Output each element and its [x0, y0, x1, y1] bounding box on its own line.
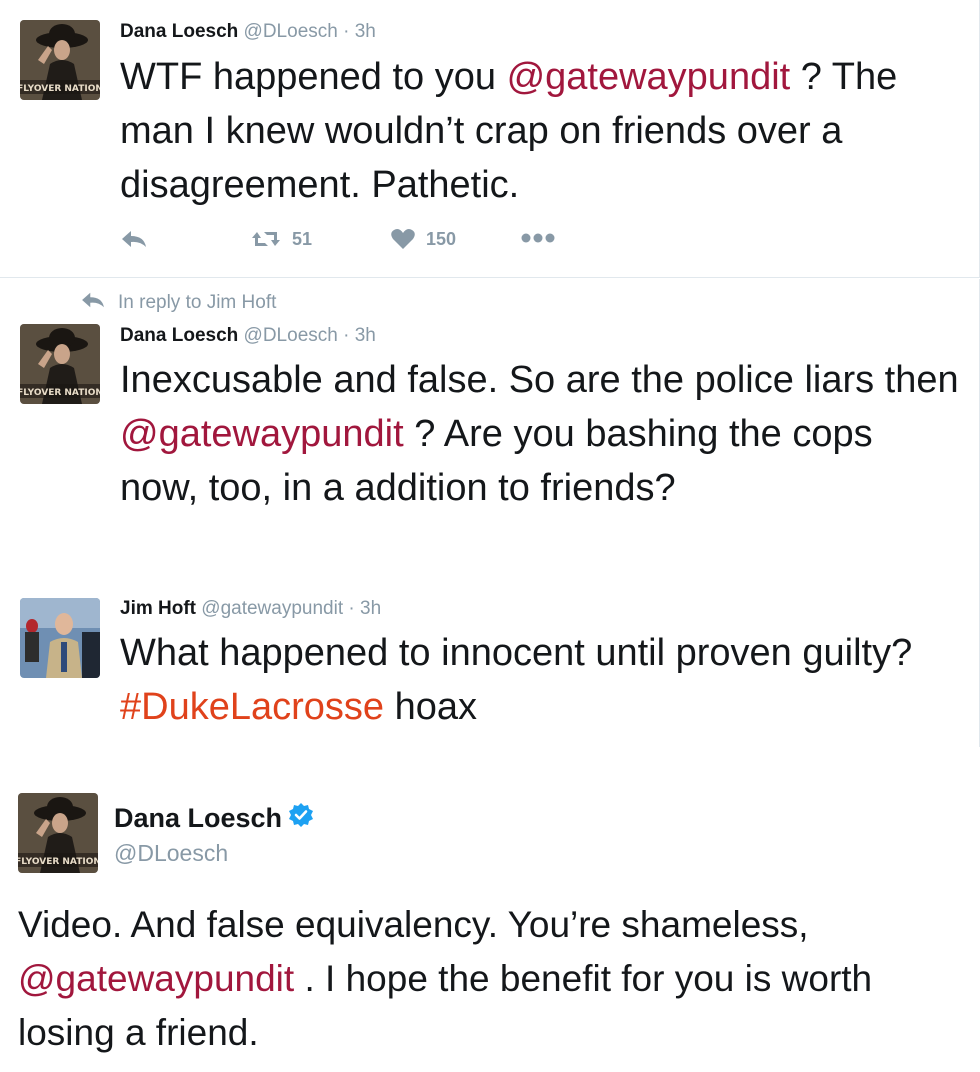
- tweet-text: WTF happened to you @gatewaypundit ? The…: [120, 50, 960, 212]
- tweet-text: Video. And false equivalency. You’re sha…: [18, 898, 958, 1060]
- tweet-header: Dana Loesch @DLoesch · 3h: [120, 21, 376, 43]
- reply-icon: [80, 290, 118, 316]
- tweet-text: What happened to innocent until proven g…: [120, 626, 960, 734]
- more-button[interactable]: [520, 232, 556, 244]
- separator: ·: [343, 21, 350, 42]
- text-part: Inexcusable and false. So are the police…: [120, 359, 959, 401]
- avatar[interactable]: FLYOVER NATION: [20, 324, 100, 404]
- author-handle[interactable]: @DLoesch: [244, 325, 338, 346]
- mention-link[interactable]: @gatewaypundit: [120, 413, 404, 455]
- heart-icon: [390, 228, 416, 250]
- tweet-card-1: FLYOVER NATION Dana Loesch @DLoesch · 3h…: [0, 0, 980, 278]
- avatar-label: FLYOVER NATION: [20, 84, 100, 94]
- text-part: What happened to innocent until proven g…: [120, 632, 913, 674]
- retweet-count: 51: [292, 228, 313, 249]
- avatar[interactable]: FLYOVER NATION: [20, 20, 100, 100]
- author-name[interactable]: Dana Loesch: [120, 21, 238, 42]
- separator: ·: [343, 325, 350, 346]
- text-part: WTF happened to you: [120, 56, 507, 98]
- author-handle[interactable]: @gatewaypundit: [201, 598, 343, 619]
- retweet-button[interactable]: 51: [250, 228, 312, 250]
- reply-icon: [120, 228, 148, 250]
- timestamp[interactable]: 3h: [355, 21, 376, 42]
- text-part: Video. And false equivalency. You’re sha…: [18, 904, 809, 945]
- like-count: 150: [426, 228, 457, 249]
- text-part: hoax: [384, 686, 478, 728]
- author-name[interactable]: Dana Loesch: [120, 325, 238, 346]
- author-handle[interactable]: @DLoesch: [244, 21, 338, 42]
- reply-context[interactable]: In reply to Jim Hoft: [80, 290, 276, 316]
- mention-link[interactable]: @gatewaypundit: [18, 958, 294, 999]
- more-icon: [520, 232, 556, 244]
- avatar-label: FLYOVER NATION: [18, 857, 98, 867]
- author-name[interactable]: Jim Hoft: [120, 598, 196, 619]
- separator: ·: [348, 598, 355, 619]
- tweet-header: Dana Loesch @DLoesch · 3h: [120, 325, 376, 347]
- tweet-header: Jim Hoft @gatewaypundit · 3h: [120, 598, 381, 620]
- author-name[interactable]: Dana Loesch: [114, 803, 282, 834]
- timestamp[interactable]: 3h: [360, 598, 381, 619]
- reply-context-text: In reply to Jim Hoft: [118, 292, 277, 313]
- verified-badge-icon: [288, 802, 314, 835]
- hashtag-link[interactable]: #DukeLacrosse: [120, 686, 384, 728]
- author-handle[interactable]: @DLoesch: [114, 840, 228, 867]
- mention-link[interactable]: @gatewaypundit: [507, 56, 791, 98]
- avatar-label: FLYOVER NATION: [20, 388, 100, 398]
- avatar[interactable]: FLYOVER NATION: [18, 793, 98, 873]
- like-button[interactable]: 150: [390, 228, 456, 250]
- reply-button[interactable]: [120, 228, 148, 250]
- avatar[interactable]: [20, 598, 100, 678]
- tweet-text: Inexcusable and false. So are the police…: [120, 353, 960, 515]
- timestamp[interactable]: 3h: [355, 325, 376, 346]
- retweet-icon: [250, 228, 282, 250]
- author-name-row: Dana Loesch: [114, 802, 314, 835]
- tweet-actions: 51 150: [120, 228, 580, 258]
